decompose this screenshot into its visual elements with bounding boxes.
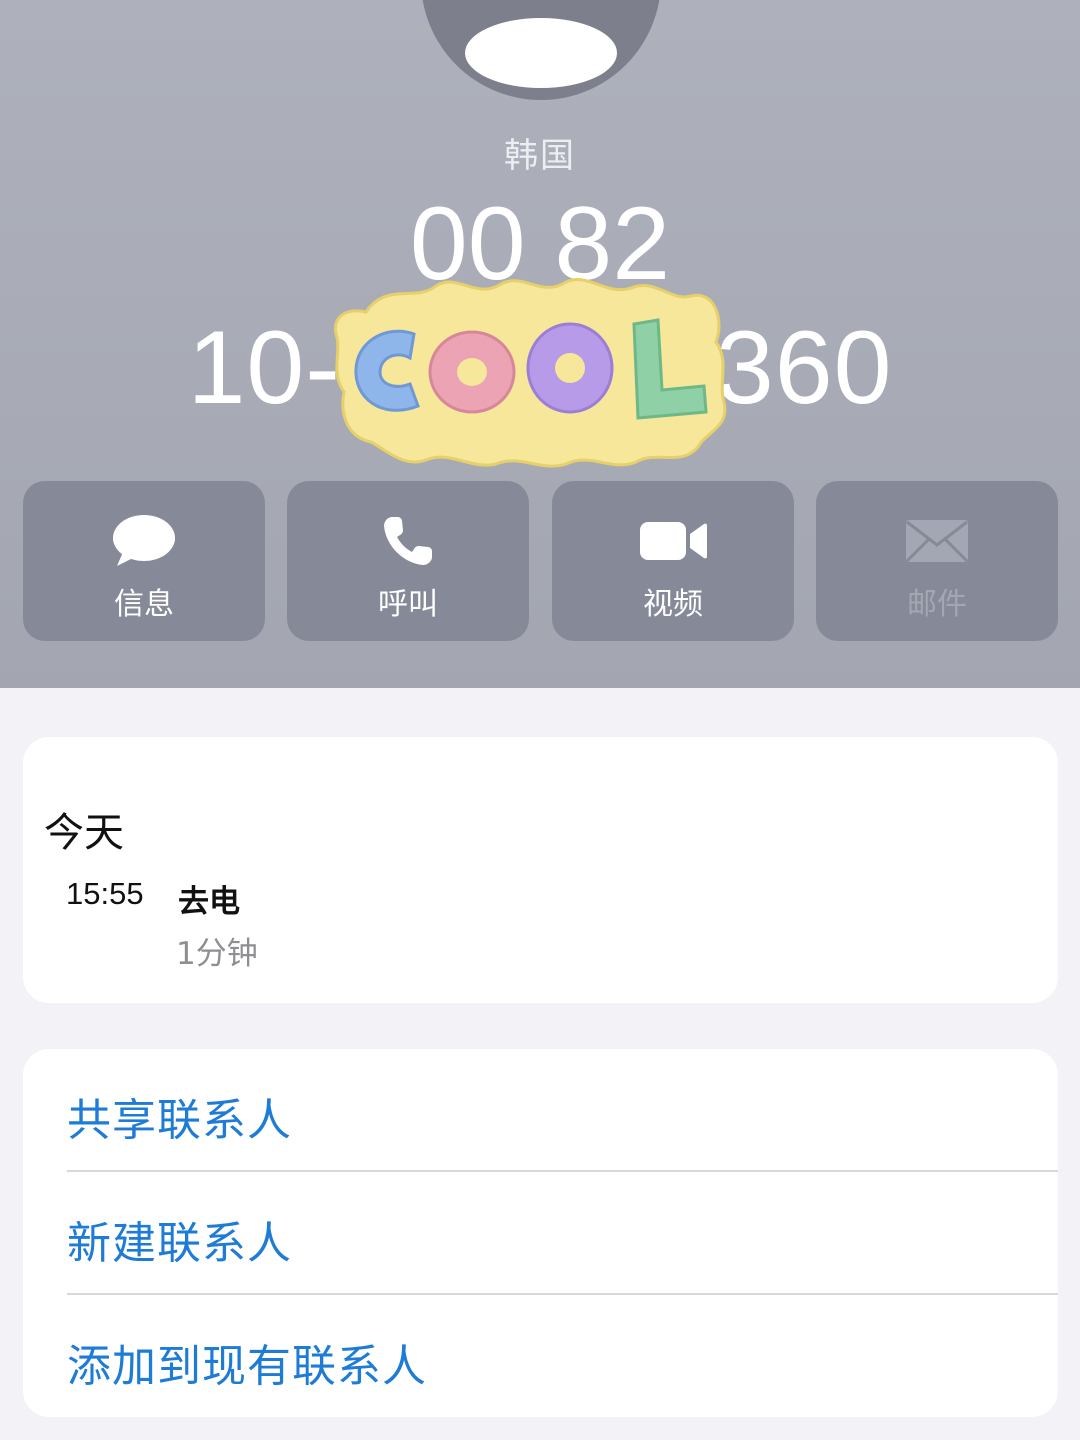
phone-number-prefix: 10- [187, 310, 341, 426]
envelope-icon [816, 511, 1058, 571]
new-contact-button[interactable]: 新建联系人 [67, 1172, 1058, 1294]
action-call-button[interactable]: 呼叫 [287, 481, 529, 641]
action-message-label: 信息 [114, 587, 174, 622]
phone-number-suffix: 360 [715, 310, 893, 426]
avatar-silhouette-icon [465, 18, 617, 88]
quick-actions: 信息 呼叫 视频 邮件 [23, 481, 1058, 641]
share-contact-button[interactable]: 共享联系人 [67, 1049, 1058, 1171]
action-mail-button[interactable]: 邮件 [816, 481, 1058, 641]
call-time: 15:55 [66, 876, 144, 911]
action-video-label: 视频 [643, 587, 703, 622]
action-video-button[interactable]: 视频 [552, 481, 794, 641]
contact-location: 韩国 [504, 136, 576, 176]
video-camera-icon [552, 511, 794, 571]
call-duration: 1分钟 [176, 936, 258, 972]
history-day-heading: 今天 [44, 810, 124, 856]
cool-sticker [333, 278, 727, 468]
action-mail-label: 邮件 [907, 587, 967, 622]
call-type: 去电 [178, 884, 240, 920]
add-to-existing-contact-button[interactable]: 添加到现有联系人 [67, 1295, 1058, 1417]
message-bubble-icon [23, 511, 265, 571]
contact-avatar[interactable] [421, 0, 661, 100]
add-to-existing-contact-label: 添加到现有联系人 [67, 1341, 427, 1392]
contact-header: 韩国 00 82 10- 360 信息 呼叫 视频 邮件 [0, 0, 1080, 688]
phone-icon [287, 511, 529, 571]
action-call-label: 呼叫 [378, 587, 438, 622]
share-contact-label: 共享联系人 [67, 1095, 292, 1146]
new-contact-label: 新建联系人 [67, 1218, 292, 1269]
action-message-button[interactable]: 信息 [23, 481, 265, 641]
